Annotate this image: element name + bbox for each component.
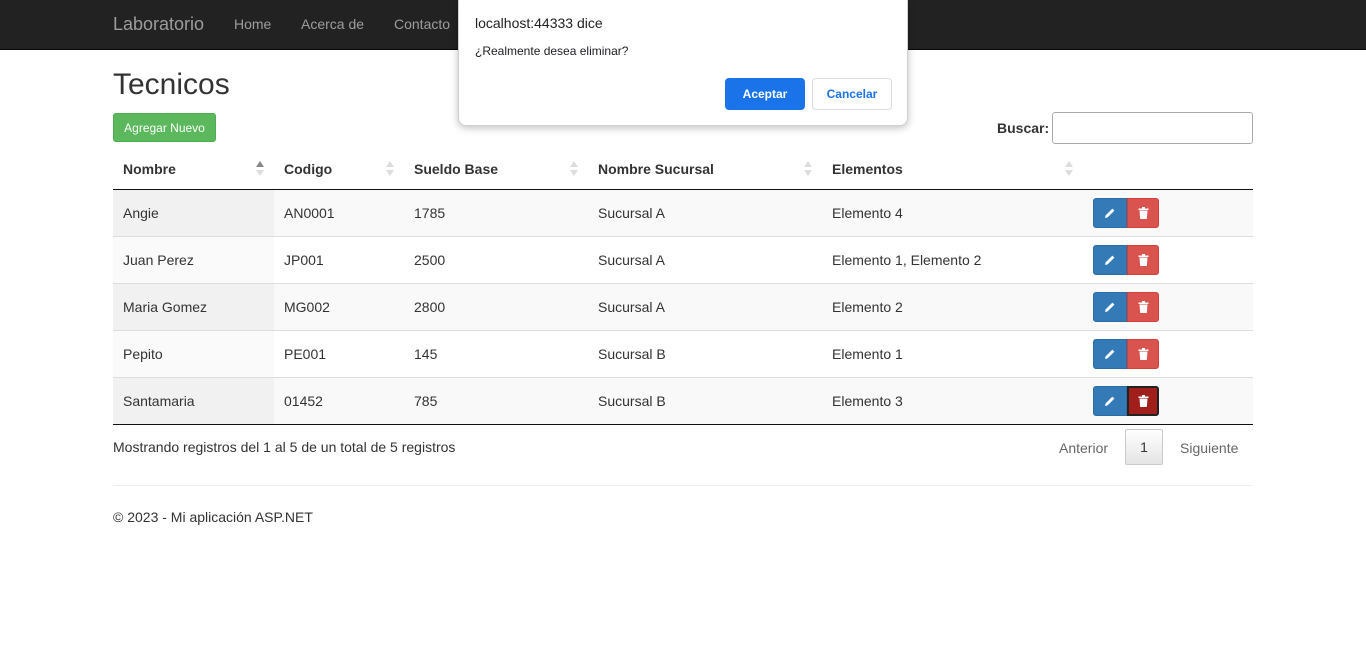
- cell-nombre: Santamaria: [113, 376, 274, 425]
- column-header-label: Nombre Sucursal: [598, 160, 714, 177]
- row-actions: [1093, 338, 1243, 369]
- cell-sueldo: 2500: [404, 235, 588, 283]
- column-header-nombre[interactable]: Nombre: [113, 149, 274, 190]
- column-header-codigo[interactable]: Codigo: [274, 149, 404, 190]
- edit-button[interactable]: [1093, 244, 1127, 275]
- pagination-page-1[interactable]: 1: [1125, 429, 1163, 465]
- cell-nombre: Juan Perez: [113, 235, 274, 283]
- row-actions: [1093, 244, 1243, 275]
- cell-sueldo: 2800: [404, 282, 588, 330]
- column-header-sueldo[interactable]: Sueldo Base: [404, 149, 588, 190]
- table-row: Pepito PE001 145 Sucursal B Elemento 1: [113, 329, 1253, 377]
- column-header-actions: [1083, 149, 1253, 190]
- search-input[interactable]: [1052, 112, 1253, 144]
- pencil-icon: [1105, 208, 1115, 218]
- column-header-label: Nombre: [123, 160, 176, 177]
- technicians-table: Nombre Codigo Sueldo Base Nombre Sucursa…: [113, 149, 1253, 425]
- cell-actions: [1083, 329, 1253, 377]
- cell-sueldo: 1785: [404, 189, 588, 236]
- sort-icon: [570, 161, 578, 177]
- cell-sucursal: Sucursal A: [588, 235, 822, 283]
- cell-elementos: Elemento 1: [822, 329, 1083, 377]
- table-row: Juan Perez JP001 2500 Sucursal A Element…: [113, 235, 1253, 283]
- cell-sucursal: Sucursal B: [588, 376, 822, 425]
- delete-button[interactable]: [1127, 338, 1159, 369]
- page-title: Tecnicos: [113, 68, 230, 101]
- column-header-label: Elementos: [832, 160, 903, 177]
- pencil-icon: [1105, 255, 1115, 265]
- cell-sucursal: Sucursal A: [588, 189, 822, 236]
- table-row: Angie AN0001 1785 Sucursal A Elemento 4: [113, 189, 1253, 236]
- row-actions: [1093, 291, 1243, 322]
- confirm-dialog: localhost:44333 dice ¿Realmente desea el…: [458, 0, 908, 126]
- cell-actions: [1083, 189, 1253, 236]
- column-header-label: Sueldo Base: [414, 160, 499, 177]
- sort-icon: [804, 161, 812, 177]
- cell-codigo: AN0001: [274, 189, 404, 236]
- search-label: Buscar:: [997, 120, 1050, 136]
- column-header-sucursal[interactable]: Nombre Sucursal: [588, 149, 822, 190]
- add-new-button[interactable]: Agregar Nuevo: [113, 113, 216, 142]
- sort-icon: [1065, 161, 1073, 177]
- edit-button[interactable]: [1093, 291, 1127, 322]
- row-actions: [1093, 197, 1243, 228]
- cell-actions: [1083, 235, 1253, 283]
- column-header-label: Codigo: [284, 160, 333, 177]
- footer-copyright: © 2023 - Mi aplicación ASP.NET: [113, 509, 313, 525]
- edit-button[interactable]: [1093, 338, 1127, 369]
- table-row: Santamaria 01452 785 Sucursal B Elemento…: [113, 376, 1253, 425]
- cell-sueldo: 785: [404, 376, 588, 425]
- divider: [113, 485, 1253, 486]
- delete-button[interactable]: [1127, 197, 1159, 228]
- dialog-ok-button[interactable]: Aceptar: [725, 78, 805, 110]
- dialog-cancel-button[interactable]: Cancelar: [812, 78, 892, 110]
- cell-actions: [1083, 282, 1253, 330]
- trash-icon: [1138, 206, 1148, 219]
- cell-elementos: Elemento 1, Elemento 2: [822, 235, 1083, 283]
- sort-ascending-icon: [256, 161, 264, 177]
- pencil-icon: [1105, 302, 1115, 312]
- delete-button[interactable]: [1127, 385, 1159, 416]
- nav-contact-link[interactable]: Contacto: [394, 16, 450, 32]
- dialog-message: ¿Realmente desea eliminar?: [475, 44, 629, 58]
- pencil-icon: [1105, 396, 1115, 406]
- cell-nombre: Pepito: [113, 329, 274, 377]
- delete-button[interactable]: [1127, 244, 1159, 275]
- cell-nombre: Angie: [113, 189, 274, 236]
- trash-icon: [1138, 253, 1148, 266]
- cell-sucursal: Sucursal B: [588, 329, 822, 377]
- nav-about-link[interactable]: Acerca de: [301, 16, 364, 32]
- trash-icon: [1138, 394, 1148, 407]
- cell-codigo: JP001: [274, 235, 404, 283]
- column-header-elementos[interactable]: Elementos: [822, 149, 1083, 190]
- cell-sucursal: Sucursal A: [588, 282, 822, 330]
- pagination-previous[interactable]: Anterior: [1059, 440, 1108, 456]
- row-actions: [1093, 385, 1243, 416]
- cell-nombre: Maria Gomez: [113, 282, 274, 330]
- edit-button[interactable]: [1093, 385, 1127, 416]
- edit-button[interactable]: [1093, 197, 1127, 228]
- cell-codigo: 01452: [274, 376, 404, 425]
- trash-icon: [1138, 300, 1148, 313]
- cell-elementos: Elemento 3: [822, 376, 1083, 425]
- brand-link[interactable]: Laboratorio: [113, 14, 204, 35]
- table-info: Mostrando registros del 1 al 5 de un tot…: [113, 439, 456, 455]
- trash-icon: [1138, 347, 1148, 360]
- pencil-icon: [1105, 349, 1115, 359]
- cell-actions: [1083, 376, 1253, 425]
- table-row: Maria Gomez MG002 2800 Sucursal A Elemen…: [113, 282, 1253, 330]
- cell-codigo: PE001: [274, 329, 404, 377]
- dialog-title: localhost:44333 dice: [475, 15, 603, 31]
- delete-button[interactable]: [1127, 291, 1159, 322]
- sort-icon: [386, 161, 394, 177]
- nav-home-link[interactable]: Home: [234, 16, 271, 32]
- table-header-row: Nombre Codigo Sueldo Base Nombre Sucursa…: [113, 149, 1253, 190]
- pagination-next[interactable]: Siguiente: [1180, 440, 1238, 456]
- cell-elementos: Elemento 2: [822, 282, 1083, 330]
- cell-elementos: Elemento 4: [822, 189, 1083, 236]
- cell-codigo: MG002: [274, 282, 404, 330]
- cell-sueldo: 145: [404, 329, 588, 377]
